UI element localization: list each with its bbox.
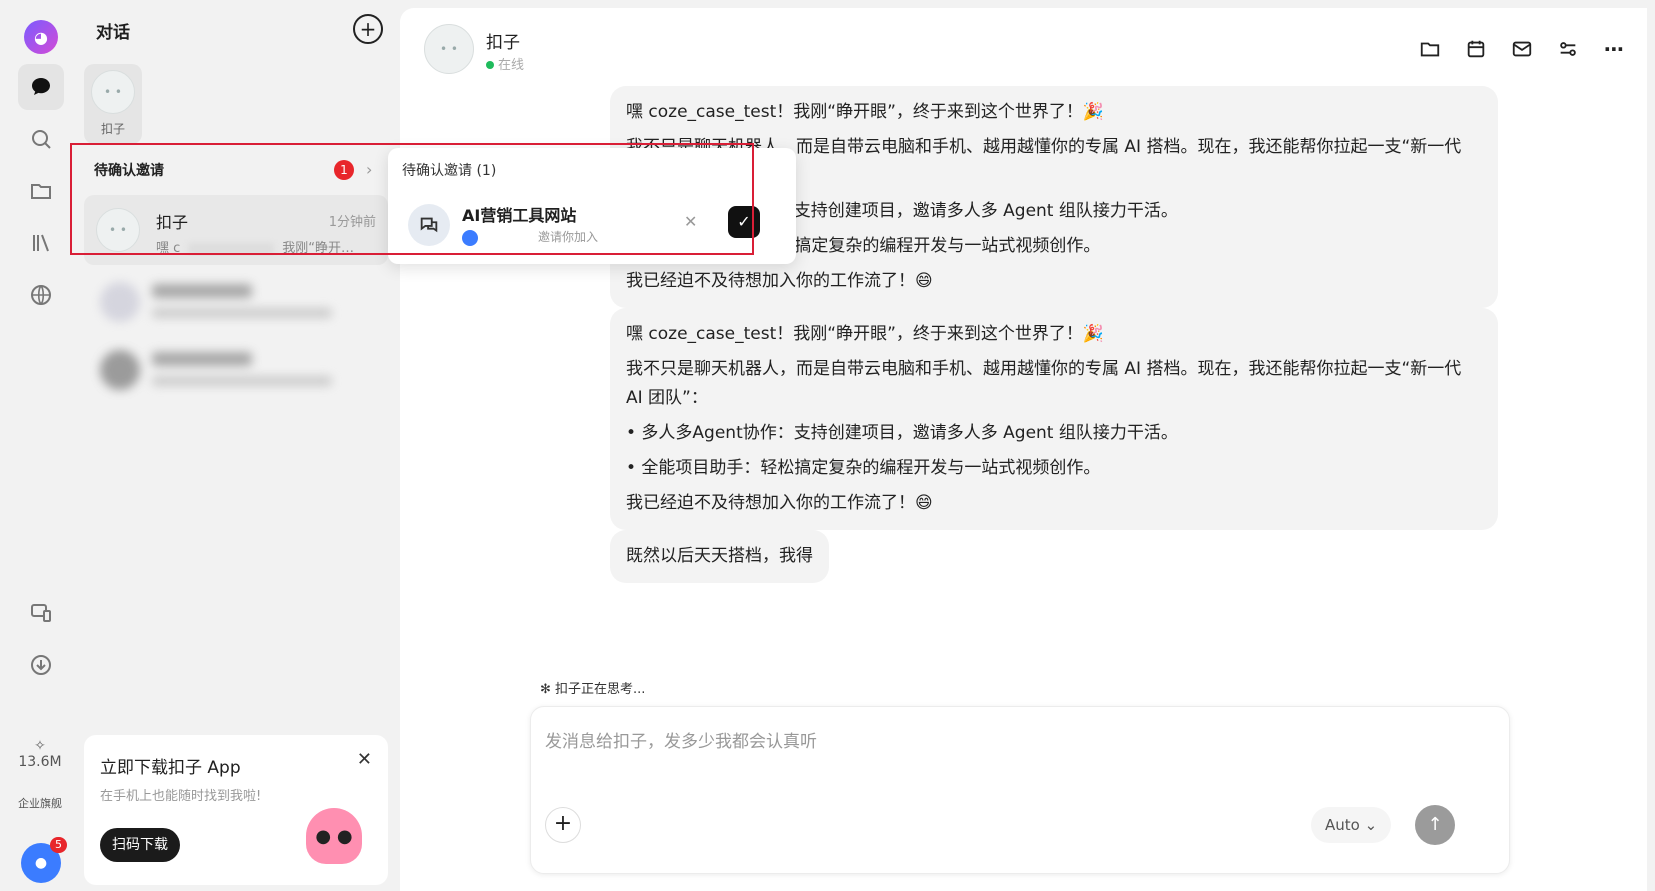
pinned-agent[interactable]: • • 扣子 bbox=[84, 64, 142, 144]
pinned-agent-label: 扣子 bbox=[100, 122, 125, 136]
enterprise-label[interactable]: 企业旗舰 bbox=[18, 797, 62, 810]
thinking-indicator: ✻ 扣子正在思考... bbox=[540, 682, 646, 697]
conversation-preview: 嘿 c 我刚“睁开… bbox=[156, 241, 355, 256]
devices-icon[interactable] bbox=[18, 590, 64, 636]
app-download-card: 立即下载扣子 App 在手机上也能随时找到我啦! ✕ 扫码下载 ● ● bbox=[84, 735, 388, 885]
chat-title: 扣子 bbox=[486, 33, 520, 53]
message-input[interactable]: 发消息给扣子，发多少我都会认真听 bbox=[545, 727, 817, 752]
user-avatar[interactable]: ● 5 bbox=[21, 837, 67, 883]
calendar-icon[interactable] bbox=[1463, 36, 1489, 62]
conversation-name: 扣子 bbox=[156, 213, 189, 232]
message-bubble: 既然以后天天搭档，我得 bbox=[610, 530, 829, 583]
message-bubble: 嘿 coze_case_test！我刚“睁开眼”，终于来到这个世界了！🎉 我不只… bbox=[610, 308, 1498, 530]
agent-avatar: • • bbox=[91, 70, 135, 114]
accept-invite-button[interactable]: ✓ bbox=[728, 206, 760, 238]
chat-icon[interactable] bbox=[18, 64, 64, 110]
notification-badge: 5 bbox=[50, 837, 67, 853]
send-button[interactable]: ↑ bbox=[1415, 805, 1455, 845]
promo-subtitle: 在手机上也能随时找到我啦! bbox=[100, 789, 262, 804]
panel-title: 对话 bbox=[96, 23, 130, 43]
chat-panel: • • 扣子 在线 ⋯ 嘿 coze_case_test！我刚“睁开眼”，终于来… bbox=[400, 8, 1647, 891]
reject-invite-button[interactable]: ✕ bbox=[684, 212, 697, 231]
project-chat-icon bbox=[408, 204, 450, 246]
new-chat-button[interactable]: + bbox=[353, 14, 383, 44]
conversation-item[interactable]: • • 扣子 1分钟前 嘿 c 我刚“睁开… bbox=[84, 195, 388, 265]
promo-title: 立即下载扣子 App bbox=[100, 758, 241, 778]
agent-avatar: • • bbox=[96, 208, 140, 252]
pending-count-badge: 1 bbox=[334, 160, 354, 180]
online-status: 在线 bbox=[486, 54, 524, 73]
quota-counter[interactable]: ✧ 13.6M bbox=[16, 738, 64, 770]
mascot-icon: ● ● bbox=[306, 808, 362, 864]
globe-icon[interactable] bbox=[18, 272, 64, 318]
invite-subtitle: 邀请你加入 bbox=[462, 228, 598, 246]
agent-avatar[interactable]: • • bbox=[424, 24, 474, 74]
chevron-down-icon: ⌄ bbox=[1364, 816, 1378, 834]
scan-download-button[interactable]: 扫码下载 bbox=[100, 828, 180, 862]
search-icon[interactable] bbox=[18, 116, 64, 162]
popover-title: 待确认邀请 (1) bbox=[402, 163, 497, 179]
pending-invites-row[interactable]: 待确认邀请 1 › bbox=[76, 150, 388, 190]
inviter-avatar-icon bbox=[462, 229, 478, 246]
model-selector[interactable]: Auto ⌄ bbox=[1311, 807, 1392, 843]
message-input-box[interactable]: 发消息给扣子，发多少我都会认真听 + Auto ⌄ ↑ bbox=[530, 706, 1510, 874]
composer: ✻ 扣子正在思考... 发消息给扣子，发多少我都会认真听 + Auto ⌄ ↑ bbox=[530, 668, 1510, 888]
icon-rail: ◕ ✧ 13.6M 企业旗舰 ● 5 bbox=[0, 0, 80, 891]
download-icon[interactable] bbox=[18, 642, 64, 688]
settings-sliders-icon[interactable] bbox=[1555, 36, 1581, 62]
blurred-conversation[interactable] bbox=[96, 272, 376, 332]
app-logo-icon[interactable]: ◕ bbox=[24, 20, 58, 54]
user-icon: ● bbox=[34, 855, 48, 871]
pending-invites-label: 待确认邀请 bbox=[94, 163, 164, 179]
folder-icon[interactable] bbox=[18, 168, 64, 214]
library-icon[interactable] bbox=[18, 220, 64, 266]
more-icon[interactable]: ⋯ bbox=[1601, 36, 1627, 62]
close-icon[interactable]: ✕ bbox=[357, 749, 372, 770]
blurred-conversation[interactable] bbox=[96, 340, 376, 400]
quota-value: 13.6M bbox=[18, 754, 62, 770]
online-dot-icon bbox=[486, 61, 494, 69]
chevron-right-icon: › bbox=[366, 160, 373, 179]
invite-popover: 待确认邀请 (1) AI营销工具网站 邀请你加入 ✕ ✓ bbox=[388, 148, 796, 264]
invite-project-name: AI营销工具网站 bbox=[462, 206, 577, 225]
mail-icon[interactable] bbox=[1509, 36, 1535, 62]
attach-button[interactable]: + bbox=[545, 807, 581, 843]
chat-toolbar: ⋯ bbox=[1417, 36, 1627, 62]
conversation-time: 1分钟前 bbox=[328, 215, 376, 230]
sparkle-icon: ✧ bbox=[34, 738, 46, 754]
folder-icon[interactable] bbox=[1417, 36, 1443, 62]
